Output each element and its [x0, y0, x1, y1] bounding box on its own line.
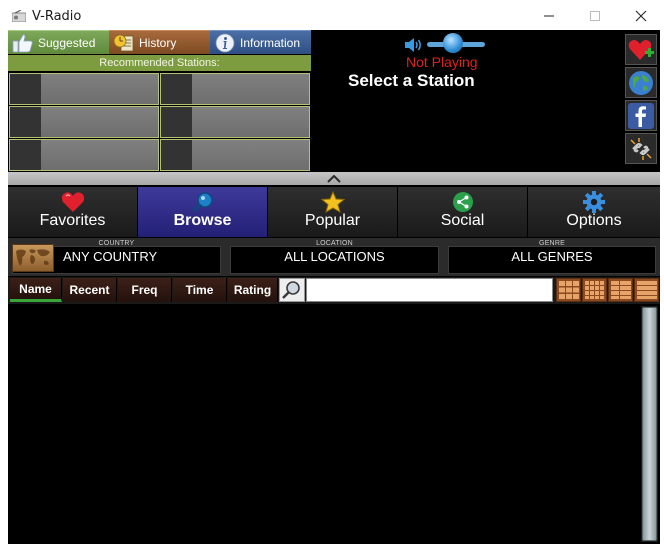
recommended-slot[interactable]	[9, 73, 159, 105]
info-icon	[215, 33, 235, 52]
volume-icon[interactable]	[404, 37, 424, 53]
filter-bar: COUNTRY ANY COUNTRY LOCATION ALL LOCATIO…	[8, 238, 660, 276]
station-list-scrollbar[interactable]	[641, 306, 658, 542]
app-icon	[12, 10, 26, 22]
share-link-button[interactable]	[625, 133, 657, 164]
title-bar: V-Radio	[0, 0, 664, 32]
close-button[interactable]	[618, 0, 664, 32]
tab-browse-label: Browse	[173, 212, 232, 229]
recommended-panel: Suggested History Information Recommende…	[8, 30, 311, 172]
globe-button[interactable]	[625, 67, 657, 98]
main-tabs: Favorites Browse Popular Social Options	[8, 187, 660, 237]
list-detail-icon	[611, 281, 631, 299]
view-list-detail-button[interactable]	[608, 278, 633, 302]
app-area: Suggested History Information Recommende…	[8, 30, 660, 544]
tab-favorites-label: Favorites	[39, 212, 106, 229]
window-title: V-Radio	[32, 9, 82, 24]
tab-history[interactable]: History	[109, 30, 210, 54]
app-window: V-Radio Suggested History Information Re…	[0, 0, 664, 550]
minimize-button[interactable]	[526, 0, 572, 32]
heart-icon	[61, 192, 84, 212]
sort-freq-button[interactable]: Freq	[118, 278, 172, 302]
genre-filter[interactable]: GENRE ALL GENRES	[444, 240, 660, 274]
playback-status: Not Playing	[406, 54, 478, 70]
share-icon	[452, 192, 473, 212]
tab-popular[interactable]: Popular	[268, 187, 398, 237]
grid-small-icon	[585, 281, 604, 299]
tab-suggested[interactable]: Suggested	[8, 30, 109, 54]
world-map-icon	[12, 244, 54, 272]
top-tabs: Suggested History Information	[8, 30, 311, 54]
now-playing-title: Select a Station	[348, 71, 475, 90]
sort-search-bar: Name Recent Freq Time Rating	[8, 277, 660, 304]
view-grid-small-button[interactable]	[582, 278, 607, 302]
broken-link-icon	[630, 138, 652, 160]
scrollbar-thumb[interactable]	[642, 307, 657, 541]
station-list[interactable]	[8, 305, 660, 544]
recommended-slot[interactable]	[160, 73, 310, 105]
recommended-grid	[8, 72, 311, 172]
recommended-slot[interactable]	[9, 106, 159, 138]
search-icon	[192, 192, 213, 213]
thumbs-up-icon	[12, 33, 33, 52]
recommended-header: Recommended Stations:	[8, 55, 311, 71]
grid-large-icon	[559, 281, 579, 299]
tab-popular-label: Popular	[304, 212, 361, 229]
search-input[interactable]	[306, 278, 553, 302]
sort-rating-button[interactable]: Rating	[228, 278, 278, 302]
recommended-slot[interactable]	[9, 139, 159, 171]
sort-time-button[interactable]: Time	[173, 278, 227, 302]
gear-icon	[583, 191, 605, 213]
history-icon	[113, 34, 134, 51]
tab-history-label: History	[139, 35, 177, 50]
sort-recent-button[interactable]: Recent	[63, 278, 117, 302]
tab-social[interactable]: Social	[398, 187, 528, 237]
list-icon	[637, 281, 657, 299]
add-favorite-icon	[628, 40, 654, 60]
facebook-button[interactable]	[625, 100, 657, 131]
volume-slider-handle[interactable]	[443, 33, 464, 53]
location-filter-value: ALL LOCATIONS	[284, 249, 385, 264]
star-icon	[320, 191, 345, 213]
add-favorite-button[interactable]	[625, 34, 657, 65]
recommended-slot[interactable]	[160, 139, 310, 171]
tab-social-label: Social	[440, 212, 485, 229]
location-filter[interactable]: LOCATION ALL LOCATIONS	[226, 240, 443, 274]
globe-icon	[629, 71, 653, 95]
minimize-icon	[544, 15, 554, 17]
tab-information[interactable]: Information	[210, 30, 311, 54]
magnifier-icon	[282, 281, 300, 299]
sort-name-button[interactable]: Name	[10, 278, 62, 302]
country-filter-value: ANY COUNTRY	[63, 249, 158, 264]
country-filter[interactable]: COUNTRY ANY COUNTRY	[8, 240, 225, 274]
maximize-button[interactable]	[572, 0, 618, 32]
tab-browse[interactable]: Browse	[138, 187, 268, 237]
tab-options[interactable]: Options	[528, 187, 660, 237]
close-icon	[635, 10, 647, 22]
recommended-slot[interactable]	[160, 106, 310, 138]
tab-options-label: Options	[566, 212, 622, 229]
tab-suggested-label: Suggested	[38, 35, 96, 50]
maximize-icon	[590, 11, 600, 21]
genre-filter-value: ALL GENRES	[511, 249, 593, 264]
facebook-icon	[628, 103, 654, 129]
search-button[interactable]	[279, 278, 305, 302]
tab-information-label: Information	[240, 35, 301, 50]
view-grid-large-button[interactable]	[556, 278, 581, 302]
chevron-up-icon	[327, 175, 341, 183]
panel-collapse-bar[interactable]	[8, 172, 660, 185]
tab-favorites[interactable]: Favorites	[8, 187, 138, 237]
view-list-button[interactable]	[634, 278, 659, 302]
